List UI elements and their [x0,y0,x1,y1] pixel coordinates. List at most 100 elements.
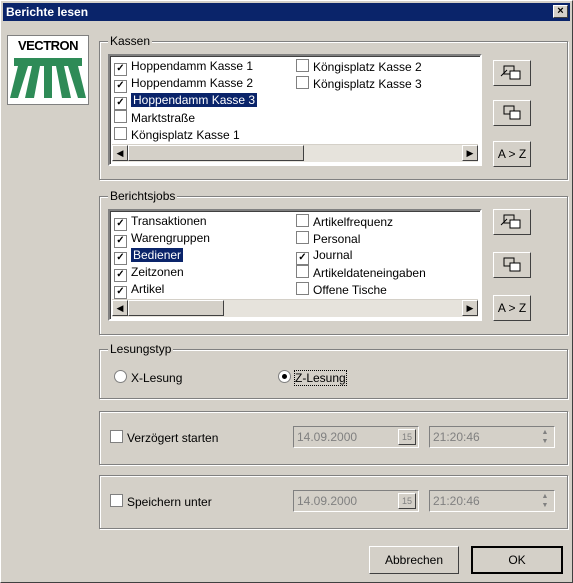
select-all-button[interactable] [493,60,531,86]
calendar-icon[interactable]: 15 [398,429,416,445]
copy-icon [503,105,521,120]
select-none-button[interactable] [493,252,531,278]
list-item[interactable]: ✓ Journal [296,248,353,265]
list-item[interactable]: ✓ Hoppendamm Kasse 1 [114,59,254,76]
verzoegert-date-value: 14.09.2000 [297,430,358,444]
list-item[interactable]: Köngisplatz Kasse 1 [114,127,240,142]
list-item-label: Köngisplatz Kasse 3 [313,77,422,91]
verzoegert-time-field[interactable]: 21:20:46 ▲ ▼ [429,426,555,448]
verzoegert-date-field[interactable]: 14.09.2000 15 [293,426,419,448]
select-all-button[interactable] [493,209,531,235]
sort-button[interactable]: A > Z [493,295,531,321]
list-item-label: Warengruppen [131,231,210,245]
kassen-scrollbar[interactable]: ◀ ▶ [112,144,478,162]
checkbox-icon[interactable] [296,231,309,244]
scroll-left-icon[interactable]: ◀ [112,300,128,316]
list-item[interactable]: ✓ Transaktionen [114,214,207,231]
checkbox-checked-icon[interactable]: ✓ [114,218,127,231]
cancel-button[interactable]: Abbrechen [369,546,459,574]
checkbox-icon[interactable] [296,265,309,278]
copy-icon [503,257,521,272]
list-item[interactable]: ✓ Zeitzonen [114,265,184,282]
calendar-icon[interactable]: 15 [398,493,416,509]
list-item[interactable]: ✓ Hoppendamm Kasse 3 [114,93,258,110]
window-title: Berichte lesen [6,5,89,19]
checkbox-checked-icon[interactable]: ✓ [114,252,127,265]
sort-label: A > Z [497,147,527,161]
checkbox-checked-icon[interactable]: ✓ [114,80,127,93]
title-bar[interactable]: Berichte lesen × [3,3,570,21]
scroll-right-icon[interactable]: ▶ [462,300,478,316]
checkbox-icon[interactable] [296,76,309,89]
checkbox-icon [110,430,123,443]
lesungstyp-group: Lesungstyp X-Lesung Z-Lesung [99,342,568,399]
scroll-left-icon[interactable]: ◀ [112,145,128,161]
list-item[interactable]: ✓ Warengruppen [114,231,210,248]
checkbox-checked-icon[interactable]: ✓ [114,63,127,76]
dialog-window: Berichte lesen × VECTRON Kassen Köngispl… [0,0,573,583]
radio-x-lesung[interactable]: X-Lesung [114,370,182,385]
list-item[interactable]: Personal [296,231,360,246]
list-item[interactable]: Offene Tische [296,282,387,297]
radio-z-label: Z-Lesung [294,370,347,386]
checkbox-checked-icon[interactable]: ✓ [296,252,309,265]
berichtsjobs-label: Berichtsjobs [108,189,178,203]
ok-button[interactable]: OK [471,546,563,574]
radio-z-lesung[interactable]: Z-Lesung [278,370,347,386]
scroll-thumb[interactable] [128,145,304,161]
list-item[interactable]: Artikeldateneingaben [296,265,426,280]
speichern-checkbox[interactable]: Speichern unter [110,494,212,509]
logo-graphic-icon [10,58,86,98]
list-item-label: Journal [313,248,353,262]
list-item-label: Hoppendamm Kasse 3 [131,93,258,107]
checkbox-checked-icon[interactable]: ✓ [114,286,127,299]
verzoegert-label: Verzögert starten [127,431,219,445]
time-spinner-icon[interactable]: ▲ ▼ [537,492,553,510]
checkbox-checked-icon[interactable]: ✓ [114,235,127,248]
scroll-right-icon[interactable]: ▶ [462,145,478,161]
sort-button[interactable]: A > Z [493,141,531,167]
list-item[interactable]: Marktstraße [114,110,195,125]
checkbox-icon[interactable] [296,282,309,295]
list-item-label: Hoppendamm Kasse 2 [131,76,254,90]
speichern-time-field[interactable]: 21:20:46 ▲ ▼ [429,490,555,512]
checkbox-icon[interactable] [296,214,309,227]
kassen-list[interactable]: Köngisplatz Kasse 3 Köngisplatz Kasse 2 Kö… [108,54,482,166]
berichtsjobs-list[interactable]: Offene Tische Artikeldateneingaben ✓ Journa… [108,209,482,321]
jobs-scrollbar[interactable]: ◀ ▶ [112,299,478,317]
checkbox-icon[interactable] [114,127,127,140]
radio-icon [114,370,127,383]
list-item[interactable]: ✓ Artikel [114,282,164,299]
close-button[interactable]: × [553,5,568,18]
speichern-label: Speichern unter [127,495,212,509]
speichern-group: Speichern unter 14.09.2000 15 21:20:46 ▲… [99,475,568,529]
kassen-group: Kassen Köngisplatz Kasse 3 Köngisplatz Ka… [99,34,568,180]
speichern-date-field[interactable]: 14.09.2000 15 [293,490,419,512]
checkbox-checked-icon[interactable]: ✓ [114,269,127,282]
list-item[interactable]: Artikelfrequenz [296,214,393,229]
lesungstyp-label: Lesungstyp [108,342,174,356]
list-item[interactable]: Köngisplatz Kasse 2 [296,59,422,74]
sort-label: A > Z [497,301,527,315]
kassen-label: Kassen [108,34,153,48]
checkbox-checked-icon[interactable]: ✓ [114,97,127,110]
select-none-button[interactable] [493,100,531,126]
copy-all-icon [500,65,521,80]
verzoegert-checkbox[interactable]: Verzögert starten [110,430,218,445]
checkbox-icon[interactable] [296,59,309,72]
checkbox-icon[interactable] [114,110,127,123]
radio-x-label: X-Lesung [131,371,183,385]
time-spinner-icon[interactable]: ▲ ▼ [537,428,553,446]
scroll-thumb[interactable] [128,300,224,316]
list-item-label: Personal [313,232,361,246]
list-item-label: Köngisplatz Kasse 1 [131,128,240,142]
list-item[interactable]: ✓ Bediener [114,248,184,265]
copy-all-icon [500,214,521,229]
list-item-label: Zeitzonen [131,265,184,279]
berichtsjobs-group: Berichtsjobs Offene Tische Artikeldatenei… [99,189,568,335]
list-item[interactable]: ✓ Hoppendamm Kasse 2 [114,76,254,93]
radio-selected-icon [278,370,291,383]
list-item[interactable]: Köngisplatz Kasse 3 [296,76,422,91]
vectron-logo: VECTRON [7,35,89,105]
list-item-label: Hoppendamm Kasse 1 [131,59,254,73]
